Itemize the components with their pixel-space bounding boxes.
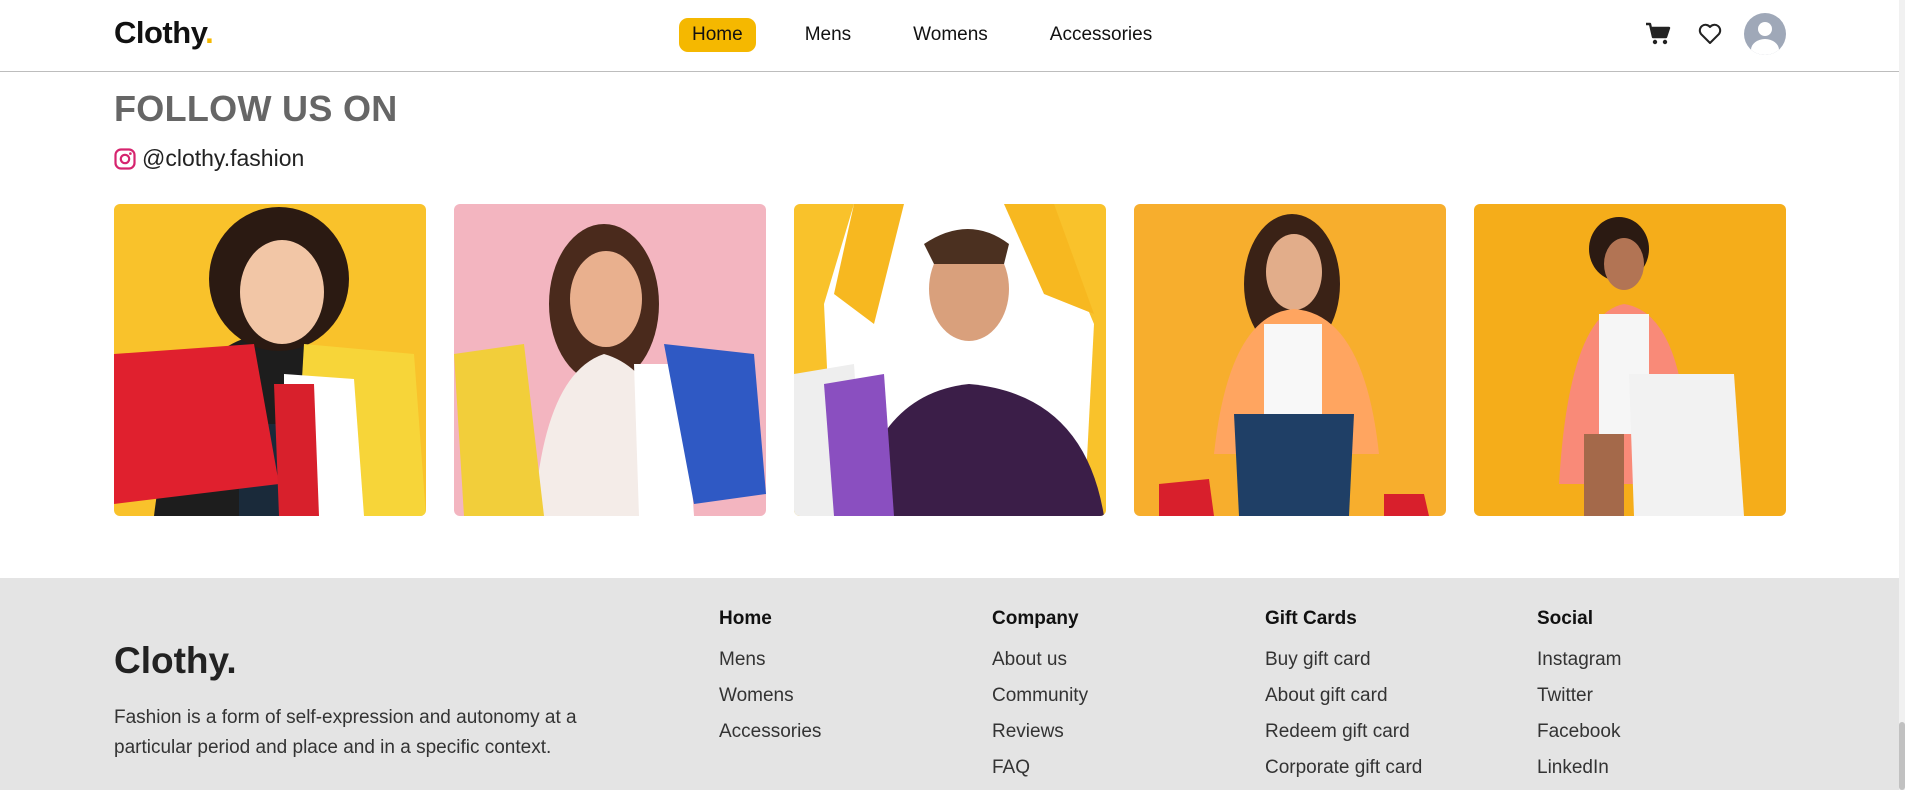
footer-link-twitter[interactable]: Twitter xyxy=(1537,684,1621,720)
footer-link-linkedin[interactable]: LinkedIn xyxy=(1537,756,1621,790)
heart-icon[interactable] xyxy=(1692,16,1728,52)
footer-link-about-gift-card[interactable]: About gift card xyxy=(1265,684,1422,720)
footer-link-womens[interactable]: Womens xyxy=(719,684,821,720)
footer-heading-gift-cards: Gift Cards xyxy=(1265,608,1357,629)
avatar-icon[interactable] xyxy=(1744,13,1786,55)
footer-link-instagram[interactable]: Instagram xyxy=(1537,648,1621,684)
footer-column-social: Social Instagram Twitter Facebook Linked… xyxy=(1537,608,1621,790)
cart-icon[interactable] xyxy=(1640,16,1676,52)
photo-woman-coral-blazer[interactable] xyxy=(1474,204,1786,516)
scrollbar-thumb[interactable] xyxy=(1899,722,1905,790)
top-navbar: Clothy. Home Mens Womens Accessories xyxy=(0,0,1905,72)
main-nav: Home Mens Womens Accessories xyxy=(679,17,1201,53)
footer-link-about-us[interactable]: About us xyxy=(992,648,1088,684)
page-scrollbar[interactable] xyxy=(1899,0,1905,790)
nav-actions xyxy=(1640,12,1786,56)
site-footer: Clothy. Fashion is a form of self-expres… xyxy=(0,578,1905,790)
footer-link-corporate-gift-card[interactable]: Corporate gift card xyxy=(1265,756,1422,790)
footer-link-buy-gift-card[interactable]: Buy gift card xyxy=(1265,648,1422,684)
brand-logo[interactable]: Clothy. xyxy=(114,15,214,51)
footer-heading-social: Social xyxy=(1537,608,1593,629)
footer-heading-home: Home xyxy=(719,608,772,629)
photo-man-purple-sweater[interactable] xyxy=(794,204,1106,516)
footer-column-gift-cards: Gift Cards Buy gift card About gift card… xyxy=(1265,608,1422,790)
footer-link-reviews[interactable]: Reviews xyxy=(992,720,1088,756)
footer-column-company: Company About us Community Reviews FAQ xyxy=(992,608,1088,790)
photo-woman-red-bags[interactable] xyxy=(114,204,426,516)
photo-woman-pink-bags[interactable] xyxy=(454,204,766,516)
footer-link-accessories[interactable]: Accessories xyxy=(719,720,821,756)
instagram-handle-text: @clothy.fashion xyxy=(142,145,305,171)
footer-link-facebook[interactable]: Facebook xyxy=(1537,720,1621,756)
footer-link-redeem-gift-card[interactable]: Redeem gift card xyxy=(1265,720,1422,756)
instagram-handle-link[interactable]: @clothy.fashion xyxy=(114,145,304,172)
instagram-icon xyxy=(114,147,136,170)
footer-brand-logo[interactable]: Clothy. xyxy=(114,640,237,682)
nav-link-accessories[interactable]: Accessories xyxy=(1037,18,1165,52)
footer-heading-company: Company xyxy=(992,608,1079,629)
footer-link-mens[interactable]: Mens xyxy=(719,648,821,684)
nav-link-home[interactable]: Home xyxy=(679,18,756,52)
footer-column-home: Home Mens Womens Accessories xyxy=(719,608,821,756)
follow-section-title: FOLLOW US ON xyxy=(114,88,398,129)
footer-link-community[interactable]: Community xyxy=(992,684,1088,720)
nav-link-womens[interactable]: Womens xyxy=(900,18,1001,52)
instagram-gallery xyxy=(114,204,1786,516)
photo-woman-orange-jacket[interactable] xyxy=(1134,204,1446,516)
footer-link-faq[interactable]: FAQ xyxy=(992,756,1088,790)
footer-description: Fashion is a form of self-expression and… xyxy=(114,707,577,758)
nav-link-mens[interactable]: Mens xyxy=(792,18,864,52)
